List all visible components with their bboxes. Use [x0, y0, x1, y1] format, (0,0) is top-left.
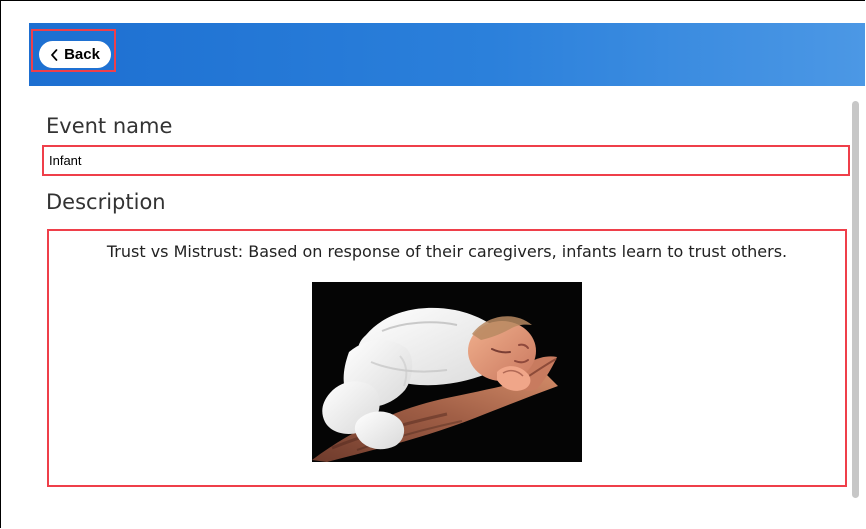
- description-text: Trust vs Mistrust: Based on response of …: [106, 242, 788, 261]
- event-name-label: Event name: [46, 114, 173, 138]
- header-bar: [29, 23, 865, 86]
- infant-photo: [312, 282, 582, 462]
- vertical-scrollbar[interactable]: [852, 101, 859, 498]
- app-window: Back Event name Description Trust vs Mis…: [0, 0, 865, 528]
- back-button-label: Back: [64, 46, 100, 63]
- back-button[interactable]: Back: [39, 41, 111, 68]
- chevron-left-icon: [50, 48, 59, 61]
- description-box: Trust vs Mistrust: Based on response of …: [47, 229, 847, 487]
- event-name-input[interactable]: [42, 145, 850, 176]
- description-label: Description: [46, 190, 166, 214]
